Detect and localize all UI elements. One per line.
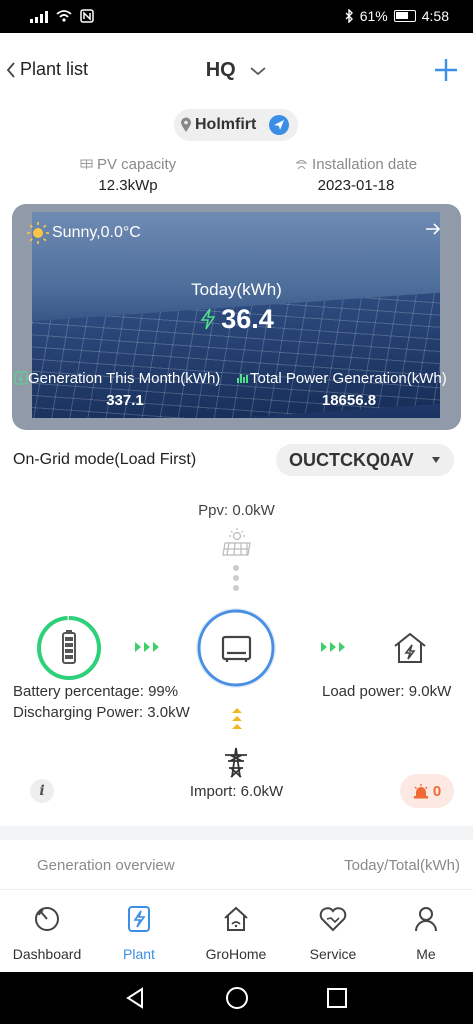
service-icon — [319, 907, 347, 932]
worker-icon — [295, 160, 307, 170]
plant-selector[interactable]: HQ — [0, 59, 473, 82]
bluetooth-icon — [345, 9, 353, 23]
today-value: 36.4 — [221, 304, 274, 334]
section-divider — [0, 826, 473, 840]
installation-date-label: Installation date — [312, 156, 418, 173]
nfc-icon — [80, 9, 94, 23]
location-name: Holmfirt — [195, 116, 257, 133]
weather-text: Sunny,0.0°C — [52, 224, 141, 241]
panel-icon — [80, 159, 93, 169]
discharging-power: Discharging Power: 3.0kW — [13, 704, 190, 721]
total-label: Total Power Generation(kWh) — [250, 370, 447, 387]
battery-percent: 61% — [359, 8, 388, 24]
clock: 4:58 — [421, 8, 449, 24]
installation-date-value: 2023-01-18 — [317, 177, 395, 194]
dropdown-caret-icon — [432, 457, 440, 463]
tab-plant[interactable]: Plant — [92, 904, 186, 962]
navigate-icon[interactable] — [269, 115, 289, 135]
flow-arrows-up — [232, 708, 242, 729]
battery-icon — [62, 630, 76, 664]
month-label: Generation This Month(kWh) — [28, 370, 221, 387]
ppv-label: Ppv: 0.0kW — [198, 502, 275, 519]
generation-icon — [14, 371, 28, 385]
load-house-icon[interactable] — [392, 631, 428, 665]
header: Plant list HQ — [0, 45, 473, 95]
pv-capacity-value: 12.3kWp — [98, 177, 158, 194]
plant-icon — [128, 906, 150, 932]
location-pill[interactable]: Holmfirt — [174, 109, 298, 141]
tab-me[interactable]: Me — [379, 904, 473, 962]
system-navigation-bar — [0, 972, 473, 1024]
generation-overview-unit: Today/Total(kWh) — [344, 857, 460, 874]
tab-label: Me — [416, 946, 436, 962]
month-value: 337.1 — [106, 392, 144, 409]
sun-icon — [27, 222, 49, 244]
total-generation: Total Power Generation(kWh) 18656.8 — [236, 370, 461, 409]
flow-dots-vertical — [233, 565, 239, 595]
pv-capacity-label: PV capacity — [96, 156, 177, 173]
pv-capacity: PV capacity 12.3kWp — [58, 156, 198, 194]
home-nav-icon[interactable] — [225, 986, 249, 1010]
month-generation: Generation This Month(kWh) 337.1 — [14, 370, 236, 409]
back-nav-icon[interactable] — [124, 986, 146, 1010]
device-serial: OUCTCKQ0AV — [289, 450, 414, 470]
bottom-tab-bar: Dashboard Plant GroHome Service Me — [0, 892, 473, 972]
tab-label: GroHome — [205, 946, 267, 962]
today-label: Today(kWh) — [191, 280, 282, 299]
flow-arrows-right — [135, 642, 159, 652]
recents-nav-icon[interactable] — [326, 987, 348, 1009]
battery-ring[interactable] — [36, 615, 102, 681]
grid-mode-label: On-Grid mode(Load First) — [13, 451, 197, 468]
lightning-icon — [200, 308, 216, 330]
signal-icon — [30, 10, 48, 23]
inverter-node[interactable] — [194, 606, 278, 690]
dashboard-icon — [35, 907, 59, 931]
chevron-down-icon — [250, 67, 266, 75]
tab-grohome[interactable]: GroHome — [189, 904, 283, 962]
tab-label: Service — [309, 946, 357, 962]
tab-service[interactable]: Service — [286, 904, 380, 962]
bar-chart-icon — [237, 374, 248, 383]
tab-label: Dashboard — [12, 946, 82, 962]
info-icon[interactable]: i — [30, 779, 54, 803]
page-title: HQ — [205, 59, 236, 81]
add-icon[interactable] — [433, 57, 459, 83]
wifi-icon — [56, 10, 72, 22]
location-pin-icon — [181, 117, 191, 132]
total-value: 18656.8 — [321, 392, 377, 409]
alarm-count: 0 — [432, 782, 442, 800]
installation-date: Installation date 2023-01-18 — [276, 156, 436, 194]
alarm-button[interactable]: 0 — [400, 774, 454, 808]
today-generation: 36.4 — [12, 304, 461, 335]
battery-icon — [393, 10, 416, 22]
energy-summary-card[interactable]: Sunny,0.0°C Today(kWh) 36.4 Generation T… — [12, 204, 461, 430]
tab-label: Plant — [123, 946, 155, 962]
battery-percentage: Battery percentage: 99% — [13, 683, 179, 700]
person-icon — [415, 907, 437, 932]
flow-arrows-right-load — [321, 642, 345, 652]
grid-tower-icon[interactable] — [222, 746, 250, 778]
home-icon — [224, 906, 248, 931]
device-selector[interactable]: OUCTCKQ0AV — [276, 444, 454, 476]
status-bar: 61% 4:58 — [0, 0, 473, 33]
arrow-right-icon[interactable] — [425, 222, 441, 236]
load-power: Load power: 9.0kW — [322, 683, 452, 700]
separator — [0, 889, 473, 890]
tab-dashboard[interactable]: Dashboard — [0, 904, 94, 962]
solar-panel-icon — [222, 528, 251, 556]
alarm-icon — [413, 783, 428, 798]
generation-overview-title: Generation overview — [37, 857, 175, 874]
weather: Sunny,0.0°C — [26, 221, 141, 245]
